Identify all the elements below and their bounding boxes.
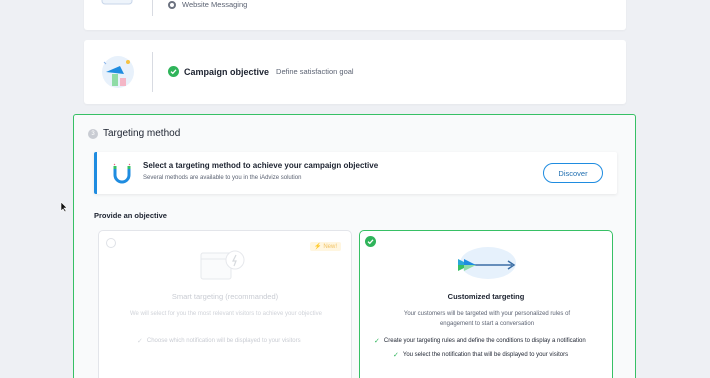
checkmark-icon: ✓ <box>393 352 399 359</box>
radio-icon[interactable] <box>106 238 116 248</box>
campaign-objective-illustration <box>102 56 134 88</box>
smart-targeting-description: We will select for you the most relevant… <box>130 311 322 317</box>
smart-feature-item: ✓ Choose which notification will be disp… <box>137 337 301 345</box>
customized-targeting-option[interactable]: Customized targeting Your customers will… <box>359 230 613 378</box>
smart-targeting-illustration <box>200 250 245 280</box>
smart-feature-text: Choose which notification will be displa… <box>146 338 301 344</box>
arrow-target-icon <box>458 247 516 279</box>
card-divider <box>152 52 153 92</box>
new-badge: ⚡ New! <box>310 242 341 251</box>
customized-targeting-description: Your customers will be targeted with you… <box>403 311 571 327</box>
targeting-info-banner: Select a targeting method to achieve you… <box>94 152 617 194</box>
check-circle-icon[interactable] <box>365 236 376 247</box>
website-messaging-label: Website Messaging <box>182 0 248 9</box>
smart-targeting-option[interactable]: ⚡ New! Smart targeting (recommanded) We … <box>98 230 352 378</box>
mouse-cursor-icon <box>60 201 68 213</box>
targeting-method-panel: 3 Targeting method Select a targeting me… <box>73 114 636 378</box>
banner-title: Select a targeting method to achieve you… <box>143 161 379 170</box>
provide-objective-label: Provide an objective <box>94 211 167 220</box>
step-card-website-messaging[interactable]: Website Messaging <box>84 0 626 30</box>
customized-targeting-title: Customized targeting <box>447 292 525 301</box>
campaign-objective-subtitle: Define satisfaction goal <box>276 67 354 76</box>
discover-button[interactable]: Discover <box>543 163 603 183</box>
campaign-objective-row: Campaign objective Define satisfaction g… <box>168 66 354 77</box>
custom-feature-item-2: ✓ You select the notification that will … <box>393 351 568 359</box>
step-card-campaign-objective[interactable]: Campaign objective Define satisfaction g… <box>84 40 626 104</box>
card-divider <box>152 0 153 16</box>
smart-targeting-title: Smart targeting (recommanded) <box>171 292 279 301</box>
step-number-badge: 3 <box>88 129 98 139</box>
check-circle-icon <box>168 66 179 77</box>
checkmark-icon: ✓ <box>137 338 143 345</box>
targeting-method-title: Targeting method <box>103 128 181 139</box>
checkmark-icon: ✓ <box>374 338 380 345</box>
new-badge-label: New! <box>323 244 337 250</box>
custom-feature-text-1: Create your targeting rules and define t… <box>383 338 586 344</box>
banner-subtitle: Several methods are available to you in … <box>143 175 302 181</box>
website-messaging-illustration <box>101 0 133 5</box>
website-messaging-step: Website Messaging <box>168 0 247 9</box>
custom-feature-text-2: You select the notification that will be… <box>402 352 569 358</box>
magnet-icon <box>113 163 131 184</box>
radio-icon <box>168 0 176 9</box>
campaign-objective-title: Campaign objective <box>184 66 270 77</box>
custom-feature-item-1: ✓ Create your targeting rules and define… <box>374 337 586 345</box>
